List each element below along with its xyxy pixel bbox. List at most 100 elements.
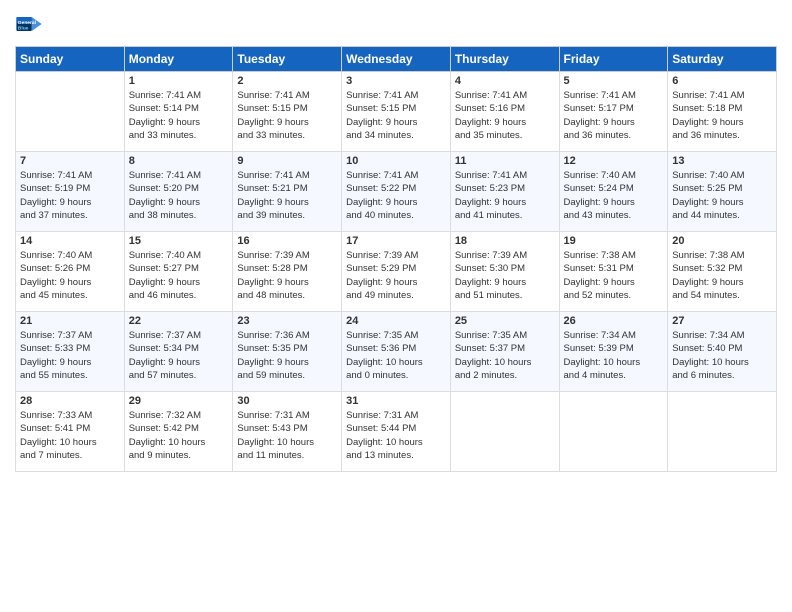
- calendar-cell: 1 Sunrise: 7:41 AM Sunset: 5:14 PM Daylig…: [124, 72, 233, 152]
- week-row-2: 7 Sunrise: 7:41 AM Sunset: 5:19 PM Daylig…: [16, 152, 777, 232]
- day-info: Sunrise: 7:41 AM Sunset: 5:23 PM Dayligh…: [455, 169, 555, 222]
- day-info: Sunrise: 7:37 AM Sunset: 5:33 PM Dayligh…: [20, 329, 120, 382]
- day-number: 8: [129, 155, 229, 167]
- calendar-cell: 11Sunrise: 7:41 AM Sunset: 5:23 PM Dayli…: [450, 152, 559, 232]
- weekday-header-wednesday: Wednesday: [342, 47, 451, 72]
- day-number: 22: [129, 315, 229, 327]
- day-info: Sunrise: 7:41 AM Sunset: 5:16 PM Dayligh…: [455, 89, 555, 142]
- calendar-cell: 21Sunrise: 7:37 AM Sunset: 5:33 PM Dayli…: [16, 312, 125, 392]
- day-info: Sunrise: 7:41 AM Sunset: 5:14 PM Dayligh…: [129, 89, 229, 142]
- day-number: 2: [237, 75, 337, 87]
- calendar-cell: [16, 72, 125, 152]
- day-number: 1: [129, 75, 229, 87]
- day-number: 10: [346, 155, 446, 167]
- weekday-header-saturday: Saturday: [668, 47, 777, 72]
- day-number: 17: [346, 235, 446, 247]
- day-number: 14: [20, 235, 120, 247]
- day-info: Sunrise: 7:41 AM Sunset: 5:17 PM Dayligh…: [564, 89, 664, 142]
- calendar-cell: 30 Sunrise: 7:31 AM Sunset: 5:43 PM Dayli…: [233, 392, 342, 472]
- calendar-cell: 4 Sunrise: 7:41 AM Sunset: 5:16 PM Daylig…: [450, 72, 559, 152]
- logo: General Blue: [15, 10, 43, 38]
- day-number: 27: [672, 315, 772, 327]
- day-number: 29: [129, 395, 229, 407]
- day-info: Sunrise: 7:35 AM Sunset: 5:37 PM Dayligh…: [455, 329, 555, 382]
- day-number: 13: [672, 155, 772, 167]
- calendar-cell: 13 Sunrise: 7:40 AM Sunset: 5:25 PM Dayli…: [668, 152, 777, 232]
- calendar-cell: 31 Sunrise: 7:31 AM Sunset: 5:44 PM Dayli…: [342, 392, 451, 472]
- page-container: General Blue SundayMondayTuesdayWednesda…: [0, 0, 792, 482]
- calendar-cell: 26 Sunrise: 7:34 AM Sunset: 5:39 PM Dayli…: [559, 312, 668, 392]
- calendar-cell: 3 Sunrise: 7:41 AM Sunset: 5:15 PM Daylig…: [342, 72, 451, 152]
- day-number: 23: [237, 315, 337, 327]
- week-row-1: 1 Sunrise: 7:41 AM Sunset: 5:14 PM Daylig…: [16, 72, 777, 152]
- calendar-cell: 20 Sunrise: 7:38 AM Sunset: 5:32 PM Dayli…: [668, 232, 777, 312]
- calendar-cell: 2Sunrise: 7:41 AM Sunset: 5:15 PM Daylig…: [233, 72, 342, 152]
- day-number: 18: [455, 235, 555, 247]
- calendar-cell: 24Sunrise: 7:35 AM Sunset: 5:36 PM Dayli…: [342, 312, 451, 392]
- week-row-3: 14 Sunrise: 7:40 AM Sunset: 5:26 PM Dayli…: [16, 232, 777, 312]
- day-info: Sunrise: 7:41 AM Sunset: 5:19 PM Dayligh…: [20, 169, 120, 222]
- day-info: Sunrise: 7:31 AM Sunset: 5:44 PM Dayligh…: [346, 409, 446, 462]
- day-number: 3: [346, 75, 446, 87]
- day-info: Sunrise: 7:40 AM Sunset: 5:24 PM Dayligh…: [564, 169, 664, 222]
- calendar-cell: 12 Sunrise: 7:40 AM Sunset: 5:24 PM Dayli…: [559, 152, 668, 232]
- weekday-header-thursday: Thursday: [450, 47, 559, 72]
- weekday-header-sunday: Sunday: [16, 47, 125, 72]
- weekday-header-monday: Monday: [124, 47, 233, 72]
- calendar-cell: [668, 392, 777, 472]
- calendar-cell: 16 Sunrise: 7:39 AM Sunset: 5:28 PM Dayli…: [233, 232, 342, 312]
- day-info: Sunrise: 7:39 AM Sunset: 5:29 PM Dayligh…: [346, 249, 446, 302]
- svg-text:Blue: Blue: [18, 26, 29, 32]
- calendar-cell: [559, 392, 668, 472]
- day-info: Sunrise: 7:41 AM Sunset: 5:20 PM Dayligh…: [129, 169, 229, 222]
- calendar-cell: 27Sunrise: 7:34 AM Sunset: 5:40 PM Dayli…: [668, 312, 777, 392]
- day-info: Sunrise: 7:40 AM Sunset: 5:26 PM Dayligh…: [20, 249, 120, 302]
- calendar-cell: 5 Sunrise: 7:41 AM Sunset: 5:17 PM Daylig…: [559, 72, 668, 152]
- day-number: 7: [20, 155, 120, 167]
- day-number: 12: [564, 155, 664, 167]
- day-info: Sunrise: 7:34 AM Sunset: 5:39 PM Dayligh…: [564, 329, 664, 382]
- calendar-cell: [450, 392, 559, 472]
- weekday-header-row: SundayMondayTuesdayWednesdayThursdayFrid…: [16, 47, 777, 72]
- day-info: Sunrise: 7:38 AM Sunset: 5:32 PM Dayligh…: [672, 249, 772, 302]
- day-info: Sunrise: 7:39 AM Sunset: 5:28 PM Dayligh…: [237, 249, 337, 302]
- day-number: 4: [455, 75, 555, 87]
- day-info: Sunrise: 7:37 AM Sunset: 5:34 PM Dayligh…: [129, 329, 229, 382]
- day-info: Sunrise: 7:36 AM Sunset: 5:35 PM Dayligh…: [237, 329, 337, 382]
- weekday-header-friday: Friday: [559, 47, 668, 72]
- svg-text:General: General: [18, 20, 37, 26]
- calendar-cell: 19 Sunrise: 7:38 AM Sunset: 5:31 PM Dayli…: [559, 232, 668, 312]
- day-info: Sunrise: 7:33 AM Sunset: 5:41 PM Dayligh…: [20, 409, 120, 462]
- calendar-cell: 6Sunrise: 7:41 AM Sunset: 5:18 PM Daylig…: [668, 72, 777, 152]
- calendar-cell: 8 Sunrise: 7:41 AM Sunset: 5:20 PM Daylig…: [124, 152, 233, 232]
- weekday-header-tuesday: Tuesday: [233, 47, 342, 72]
- day-number: 16: [237, 235, 337, 247]
- day-info: Sunrise: 7:41 AM Sunset: 5:21 PM Dayligh…: [237, 169, 337, 222]
- day-number: 31: [346, 395, 446, 407]
- day-info: Sunrise: 7:35 AM Sunset: 5:36 PM Dayligh…: [346, 329, 446, 382]
- calendar-cell: 9 Sunrise: 7:41 AM Sunset: 5:21 PM Daylig…: [233, 152, 342, 232]
- day-number: 30: [237, 395, 337, 407]
- day-number: 26: [564, 315, 664, 327]
- day-info: Sunrise: 7:41 AM Sunset: 5:22 PM Dayligh…: [346, 169, 446, 222]
- calendar-table: SundayMondayTuesdayWednesdayThursdayFrid…: [15, 46, 777, 472]
- day-info: Sunrise: 7:40 AM Sunset: 5:27 PM Dayligh…: [129, 249, 229, 302]
- day-info: Sunrise: 7:31 AM Sunset: 5:43 PM Dayligh…: [237, 409, 337, 462]
- week-row-4: 21Sunrise: 7:37 AM Sunset: 5:33 PM Dayli…: [16, 312, 777, 392]
- logo-icon: General Blue: [15, 10, 43, 38]
- calendar-cell: 23 Sunrise: 7:36 AM Sunset: 5:35 PM Dayli…: [233, 312, 342, 392]
- day-number: 9: [237, 155, 337, 167]
- day-number: 25: [455, 315, 555, 327]
- calendar-cell: 15Sunrise: 7:40 AM Sunset: 5:27 PM Dayli…: [124, 232, 233, 312]
- day-info: Sunrise: 7:38 AM Sunset: 5:31 PM Dayligh…: [564, 249, 664, 302]
- calendar-cell: 10 Sunrise: 7:41 AM Sunset: 5:22 PM Dayli…: [342, 152, 451, 232]
- day-number: 19: [564, 235, 664, 247]
- day-info: Sunrise: 7:40 AM Sunset: 5:25 PM Dayligh…: [672, 169, 772, 222]
- calendar-cell: 17 Sunrise: 7:39 AM Sunset: 5:29 PM Dayli…: [342, 232, 451, 312]
- day-number: 20: [672, 235, 772, 247]
- day-info: Sunrise: 7:41 AM Sunset: 5:15 PM Dayligh…: [346, 89, 446, 142]
- calendar-cell: 25 Sunrise: 7:35 AM Sunset: 5:37 PM Dayli…: [450, 312, 559, 392]
- header: General Blue: [15, 10, 777, 38]
- day-number: 5: [564, 75, 664, 87]
- day-info: Sunrise: 7:41 AM Sunset: 5:18 PM Dayligh…: [672, 89, 772, 142]
